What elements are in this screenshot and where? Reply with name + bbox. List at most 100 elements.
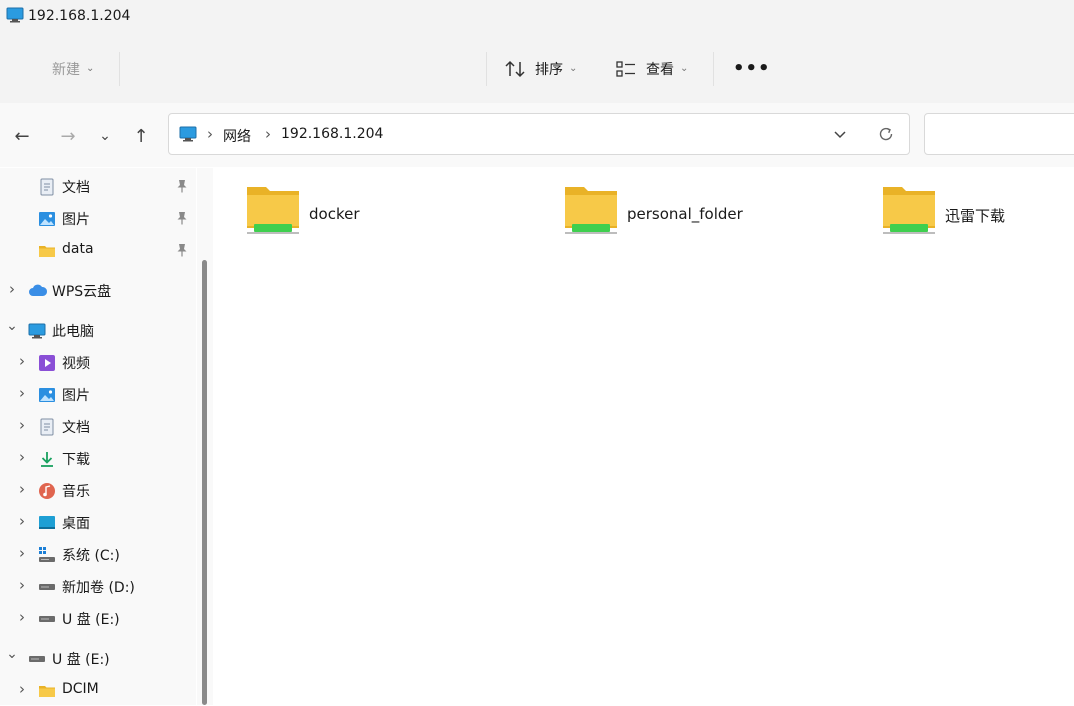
address-bar[interactable]: › 网络 › 192.168.1.204	[168, 113, 910, 155]
usb-drive-icon	[28, 650, 46, 668]
arrow-up-icon: ↑	[133, 125, 149, 147]
sidebar-item[interactable]: › WPS云盘	[0, 274, 196, 306]
chevron-down-icon: ⌄	[99, 128, 111, 144]
sidebar-item[interactable]: › 音乐	[0, 474, 196, 506]
breadcrumb-separator-icon: ›	[265, 125, 271, 143]
breadcrumb-host[interactable]: 192.168.1.204	[281, 126, 383, 142]
breadcrumb-separator-icon: ›	[207, 125, 213, 143]
view-label: 查看	[646, 61, 674, 78]
pin-icon	[176, 243, 188, 260]
separator	[713, 52, 714, 86]
sidebar-item[interactable]: 图片	[0, 202, 196, 234]
chevron-right-icon[interactable]: ›	[16, 512, 28, 530]
sidebar-item[interactable]: › DCIM	[0, 674, 196, 706]
music-icon	[38, 482, 56, 500]
sidebar-item[interactable]: data	[0, 234, 196, 266]
arrow-right-icon: →	[60, 125, 76, 147]
sidebar-item[interactable]: › U 盘 (E:)	[0, 602, 196, 634]
network-share-folder-icon	[564, 184, 618, 240]
sidebar-item-label: U 盘 (E:)	[62, 612, 120, 628]
navigation-pane: 文档 图片 data › WPS云盘 ⌄ 此电脑 › 视频 › 图片 › 文档 › 下载 › 音乐 › 桌面 › 系统 …	[0, 168, 196, 705]
chevron-right-icon[interactable]: ›	[16, 352, 28, 370]
sidebar-item-label: 图片	[62, 388, 90, 404]
file-list: docker personal_folder 迅雷下载	[214, 168, 1074, 705]
new-label: 新建	[52, 61, 80, 78]
view-button[interactable]: 查看 ⌄	[616, 34, 688, 103]
sidebar-item-label: 图片	[62, 212, 90, 228]
chevron-right-icon[interactable]: ›	[16, 608, 28, 626]
sort-label: 排序	[535, 61, 563, 78]
folder-name: 迅雷下载	[945, 207, 1006, 225]
computer-icon	[28, 322, 46, 340]
folder-icon	[38, 682, 56, 700]
network-share-folder-icon	[882, 184, 936, 240]
chevron-down-icon[interactable]	[832, 126, 848, 142]
pictures-icon	[38, 210, 56, 228]
sidebar-item[interactable]: › 文档	[0, 410, 196, 442]
arrow-left-icon: ←	[14, 125, 30, 147]
cloud-icon	[28, 282, 48, 300]
separator	[486, 52, 487, 86]
new-button[interactable]: 新建 ⌄	[52, 34, 94, 103]
chevron-right-icon[interactable]: ›	[16, 416, 28, 434]
document-icon	[38, 418, 56, 436]
breadcrumb-network[interactable]: 网络	[223, 126, 251, 146]
sidebar-item[interactable]: ⌄ 此电脑	[0, 314, 196, 346]
folder-name: personal_folder	[627, 205, 743, 223]
forward-button[interactable]: →	[55, 123, 81, 149]
chevron-right-icon[interactable]: ›	[16, 680, 28, 698]
folder-item[interactable]: 迅雷下载	[850, 184, 1074, 244]
chevron-right-icon[interactable]: ›	[16, 480, 28, 498]
computer-icon	[179, 126, 197, 142]
pin-icon	[176, 179, 188, 196]
sidebar-item-label: WPS云盘	[52, 284, 112, 300]
sidebar-item-label: 视频	[62, 356, 90, 372]
network-share-folder-icon	[246, 184, 300, 240]
sidebar-item-label: 新加卷 (D:)	[62, 580, 135, 596]
separator	[119, 52, 120, 86]
chevron-right-icon[interactable]: ›	[16, 576, 28, 594]
desktop-icon	[38, 514, 56, 532]
folder-name: docker	[309, 205, 360, 223]
scrollbar-thumb[interactable]	[202, 260, 207, 705]
sidebar-item[interactable]: › 桌面	[0, 506, 196, 538]
sidebar-item[interactable]: › 视频	[0, 346, 196, 378]
chevron-down-icon: ⌄	[680, 63, 689, 74]
sidebar-item-label: 文档	[62, 180, 90, 196]
sidebar-item[interactable]: ⌄ U 盘 (E:)	[0, 642, 196, 674]
recent-locations-button[interactable]: ⌄	[92, 123, 118, 149]
folder-item[interactable]: personal_folder	[532, 184, 832, 244]
chevron-right-icon[interactable]: ›	[16, 448, 28, 466]
pictures-icon	[38, 386, 56, 404]
sidebar-item-label: data	[62, 241, 94, 257]
command-bar: 新建 ⌄ 排序 ⌄ 查看 ⌄ •••	[0, 34, 1074, 104]
sidebar-item-label: 下载	[62, 452, 90, 468]
drive-icon	[38, 578, 56, 596]
pin-icon	[176, 211, 188, 228]
sidebar-item-label: DCIM	[62, 681, 99, 697]
search-input[interactable]	[924, 113, 1074, 155]
sidebar-item[interactable]: › 图片	[0, 378, 196, 410]
sidebar-item[interactable]: › 新加卷 (D:)	[0, 570, 196, 602]
chevron-down-icon[interactable]: ⌄	[6, 646, 18, 662]
more-icon: •••	[733, 58, 771, 79]
chevron-right-icon[interactable]: ›	[16, 544, 28, 562]
chevron-right-icon[interactable]: ›	[6, 280, 18, 298]
chevron-right-icon[interactable]: ›	[16, 384, 28, 402]
folder-icon	[38, 242, 56, 260]
back-button[interactable]: ←	[9, 123, 35, 149]
refresh-icon[interactable]	[877, 125, 895, 143]
sidebar-item[interactable]: 文档	[0, 170, 196, 202]
sidebar-item-label: U 盘 (E:)	[52, 652, 110, 668]
sort-button[interactable]: 排序 ⌄	[505, 34, 577, 103]
more-options-button[interactable]: •••	[733, 34, 771, 103]
sort-icon	[505, 60, 525, 77]
sidebar-item[interactable]: › 系统 (C:)	[0, 538, 196, 570]
up-button[interactable]: ↑	[128, 123, 154, 149]
chevron-down-icon[interactable]: ⌄	[6, 318, 18, 334]
download-icon	[38, 450, 56, 468]
title-bar: 192.168.1.204	[0, 0, 1074, 34]
sidebar-item-label: 文档	[62, 420, 90, 436]
sidebar-item[interactable]: › 下载	[0, 442, 196, 474]
folder-item[interactable]: docker	[214, 184, 514, 244]
